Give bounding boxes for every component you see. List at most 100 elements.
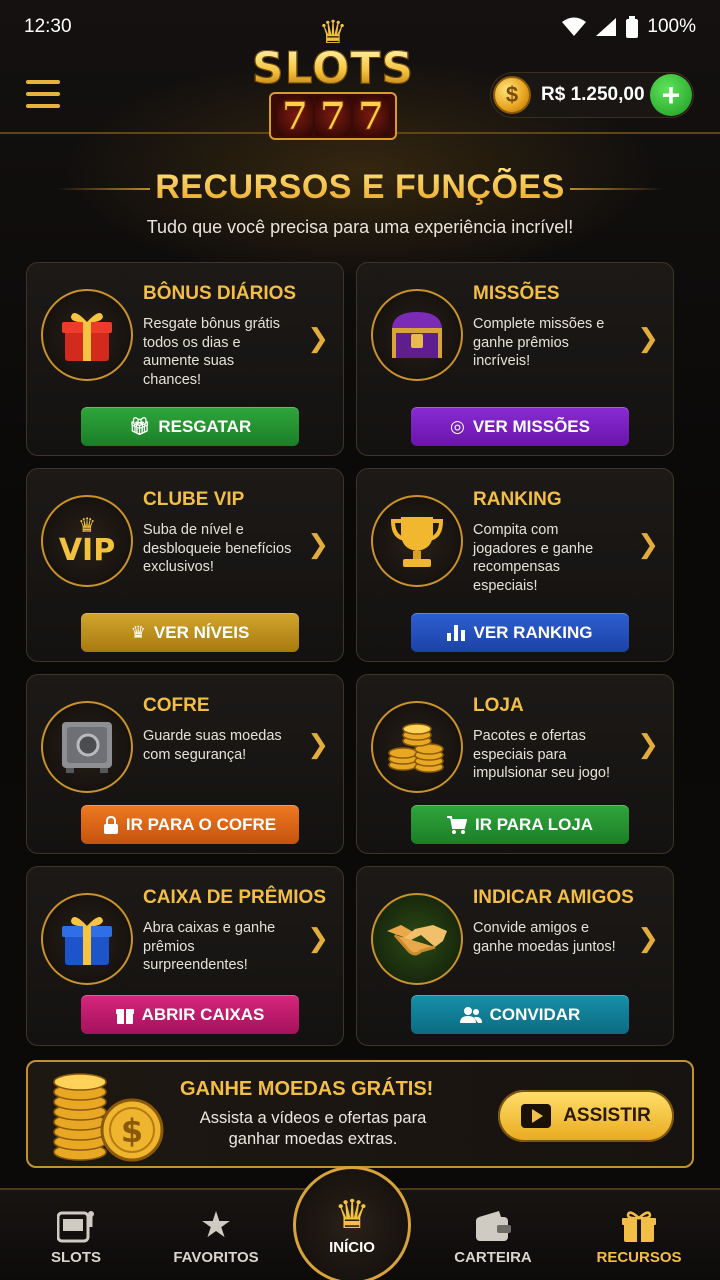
gift-icon: [41, 289, 133, 381]
section-header: RECURSOS E FUNÇÕES Tudo que você precisa…: [0, 168, 720, 238]
coin-stacks-icon: [371, 701, 463, 793]
page-title: RECURSOS E FUNÇÕES: [0, 168, 720, 207]
nav-label: INÍCIO: [329, 1238, 375, 1256]
button-label: VER MISSÕES: [472, 416, 590, 436]
card-title: COFRE: [143, 695, 210, 716]
card-title: MISSÕES: [473, 283, 560, 304]
card-description: Guarde suas moedas com segurança!: [143, 728, 282, 763]
nav-item-favorites[interactable]: ★ FAVORITOS: [156, 1190, 276, 1280]
card-missions[interactable]: MISSÕES Complete missões e ganhe prêmios…: [356, 262, 674, 456]
cart-icon: [446, 815, 467, 834]
card-title: RANKING: [473, 489, 562, 510]
logo-seven: 7: [353, 95, 389, 136]
app-header: ♛ SLOTS 777 $ R$ 1.250,00 +: [0, 16, 720, 140]
nav-label: CARTEIRA: [454, 1249, 532, 1266]
safe-icon: [41, 701, 133, 793]
gift-nav-icon: [622, 1211, 656, 1242]
treasure-chest-icon: [371, 289, 463, 381]
chevron-right-icon[interactable]: ❯: [307, 729, 329, 760]
wifi-icon: [562, 17, 587, 36]
nav-item-wallet[interactable]: CARTEIRA: [433, 1190, 553, 1280]
chevron-right-icon[interactable]: ❯: [307, 529, 329, 560]
chevron-right-icon[interactable]: ❯: [637, 323, 659, 354]
promo-title: GANHE MOEDAS GRÁTIS!: [180, 1078, 434, 1100]
nav-item-resources[interactable]: RECURSOS: [579, 1190, 699, 1280]
view-levels-button[interactable]: ♛ VER NÍVEIS: [81, 613, 299, 652]
nav-label: RECURSOS: [596, 1249, 682, 1266]
card-title: LOJA: [473, 695, 524, 716]
card-shop[interactable]: LOJA Pacotes e ofertas especiais para im…: [356, 674, 674, 854]
coin-icon: $: [493, 76, 531, 114]
nav-label: SLOTS: [50, 1249, 101, 1266]
chevron-right-icon[interactable]: ❯: [637, 729, 659, 760]
card-description: Abra caixas e ganhe prêmios surpreendent…: [143, 920, 276, 973]
logo-text-top: SLOTS: [248, 46, 418, 91]
logo-seven: 7: [277, 95, 313, 136]
wallet-icon: [476, 1211, 511, 1241]
card-ranking[interactable]: RANKING Compita com jogadores e ganhe re…: [356, 468, 674, 662]
card-vip-club[interactable]: ♛ VIP CLUBE VIP Suba de nível e desbloqu…: [26, 468, 344, 662]
button-label: ASSISTIR: [563, 1105, 651, 1126]
balance-amount: R$ 1.250,00: [541, 84, 645, 105]
invite-button[interactable]: CONVIDAR: [411, 995, 629, 1034]
open-boxes-button[interactable]: ABRIR CAIXAS: [81, 995, 299, 1034]
prize-box-icon: [41, 893, 133, 985]
promo-description: Assista a vídeos e ofertas para ganhar m…: [199, 1109, 427, 1148]
card-safe[interactable]: COFRE Guarde suas moedas com segurança! …: [26, 674, 344, 854]
go-to-safe-button[interactable]: IR PARA O COFRE: [81, 805, 299, 844]
button-label: VER NÍVEIS: [153, 622, 250, 642]
users-icon: [459, 1006, 482, 1023]
star-icon: ★: [199, 1204, 233, 1245]
page-subtitle: Tudo que você precisa para uma experiênc…: [146, 217, 574, 237]
card-description: Suba de nível e desbloqueie benefícios e…: [143, 522, 292, 575]
add-balance-button[interactable]: +: [650, 74, 692, 116]
view-ranking-button[interactable]: VER RANKING: [411, 613, 629, 652]
chevron-right-icon[interactable]: ❯: [307, 923, 329, 954]
chevron-right-icon[interactable]: ❯: [637, 923, 659, 954]
button-label: VER RANKING: [473, 622, 593, 642]
lock-icon: [103, 815, 118, 834]
card-description: Convide amigos e ganhe moedas juntos!: [473, 920, 616, 955]
gift-small-icon: 🎁︎: [128, 416, 151, 436]
chevron-right-icon[interactable]: ❯: [637, 529, 659, 560]
card-daily-bonus[interactable]: BÔNUS DIÁRIOS Resgate bônus grátis todos…: [26, 262, 344, 456]
card-prize-box[interactable]: CAIXA DE PRÊMIOS Abra caixas e ganhe prê…: [26, 866, 344, 1046]
slot-machine-icon: [57, 1211, 94, 1243]
trophy-icon: [371, 495, 463, 587]
battery-level: 100%: [647, 16, 696, 37]
card-description: Pacotes e ofertas especiais para impulsi…: [473, 728, 611, 781]
vip-crown-icon: ♛ VIP: [41, 495, 133, 587]
play-icon: [521, 1104, 552, 1128]
bottom-navigation: SLOTS ★ FAVORITOS ♛ INÍCIO CARTEIRA RECU…: [0, 1166, 720, 1280]
slots-777-logo: ♛ SLOTS 777: [248, 10, 418, 142]
coin-pile-icon: $: [53, 1073, 164, 1162]
chevron-right-icon[interactable]: ❯: [307, 323, 329, 354]
crown-icon: ♛: [334, 1192, 370, 1237]
battery-icon: [626, 16, 639, 38]
target-icon: ◎: [450, 416, 465, 436]
nav-label: FAVORITOS: [173, 1249, 259, 1266]
hamburger-menu-icon[interactable]: [26, 80, 60, 108]
handshake-icon: [371, 893, 463, 985]
button-label: ABRIR CAIXAS: [141, 1004, 265, 1024]
button-label: RESGATAR: [158, 416, 252, 436]
claim-button[interactable]: 🎁︎ RESGATAR: [81, 407, 299, 446]
card-refer-friends[interactable]: INDICAR AMIGOS Convide amigos e ganhe mo…: [356, 866, 674, 1046]
crown-small-icon: ♛: [130, 622, 146, 642]
nav-item-home[interactable]: ♛ INÍCIO: [293, 1166, 411, 1280]
watch-button[interactable]: ASSISTIR: [498, 1090, 674, 1142]
signal-icon: [596, 18, 617, 36]
free-coins-banner[interactable]: $ GANHE MOEDAS GRÁTIS! Assista a vídeos …: [26, 1060, 694, 1168]
card-description: Resgate bônus grátis todos os dias e aum…: [143, 316, 281, 388]
logo-sevens: 777: [269, 92, 397, 140]
bar-chart-icon: [447, 624, 466, 641]
logo-seven: 7: [315, 95, 351, 136]
card-title: CAIXA DE PRÊMIOS: [143, 887, 326, 908]
balance-pill: $ R$ 1.250,00 +: [490, 72, 694, 118]
go-to-shop-button[interactable]: IR PARA LOJA: [411, 805, 629, 844]
button-label: IR PARA LOJA: [474, 814, 594, 834]
view-missions-button[interactable]: ◎ VER MISSÕES: [411, 407, 629, 446]
nav-item-slots[interactable]: SLOTS: [16, 1190, 136, 1280]
card-description: Compita com jogadores e ganhe recompensa…: [473, 522, 594, 594]
box-small-icon: [115, 1008, 134, 1024]
